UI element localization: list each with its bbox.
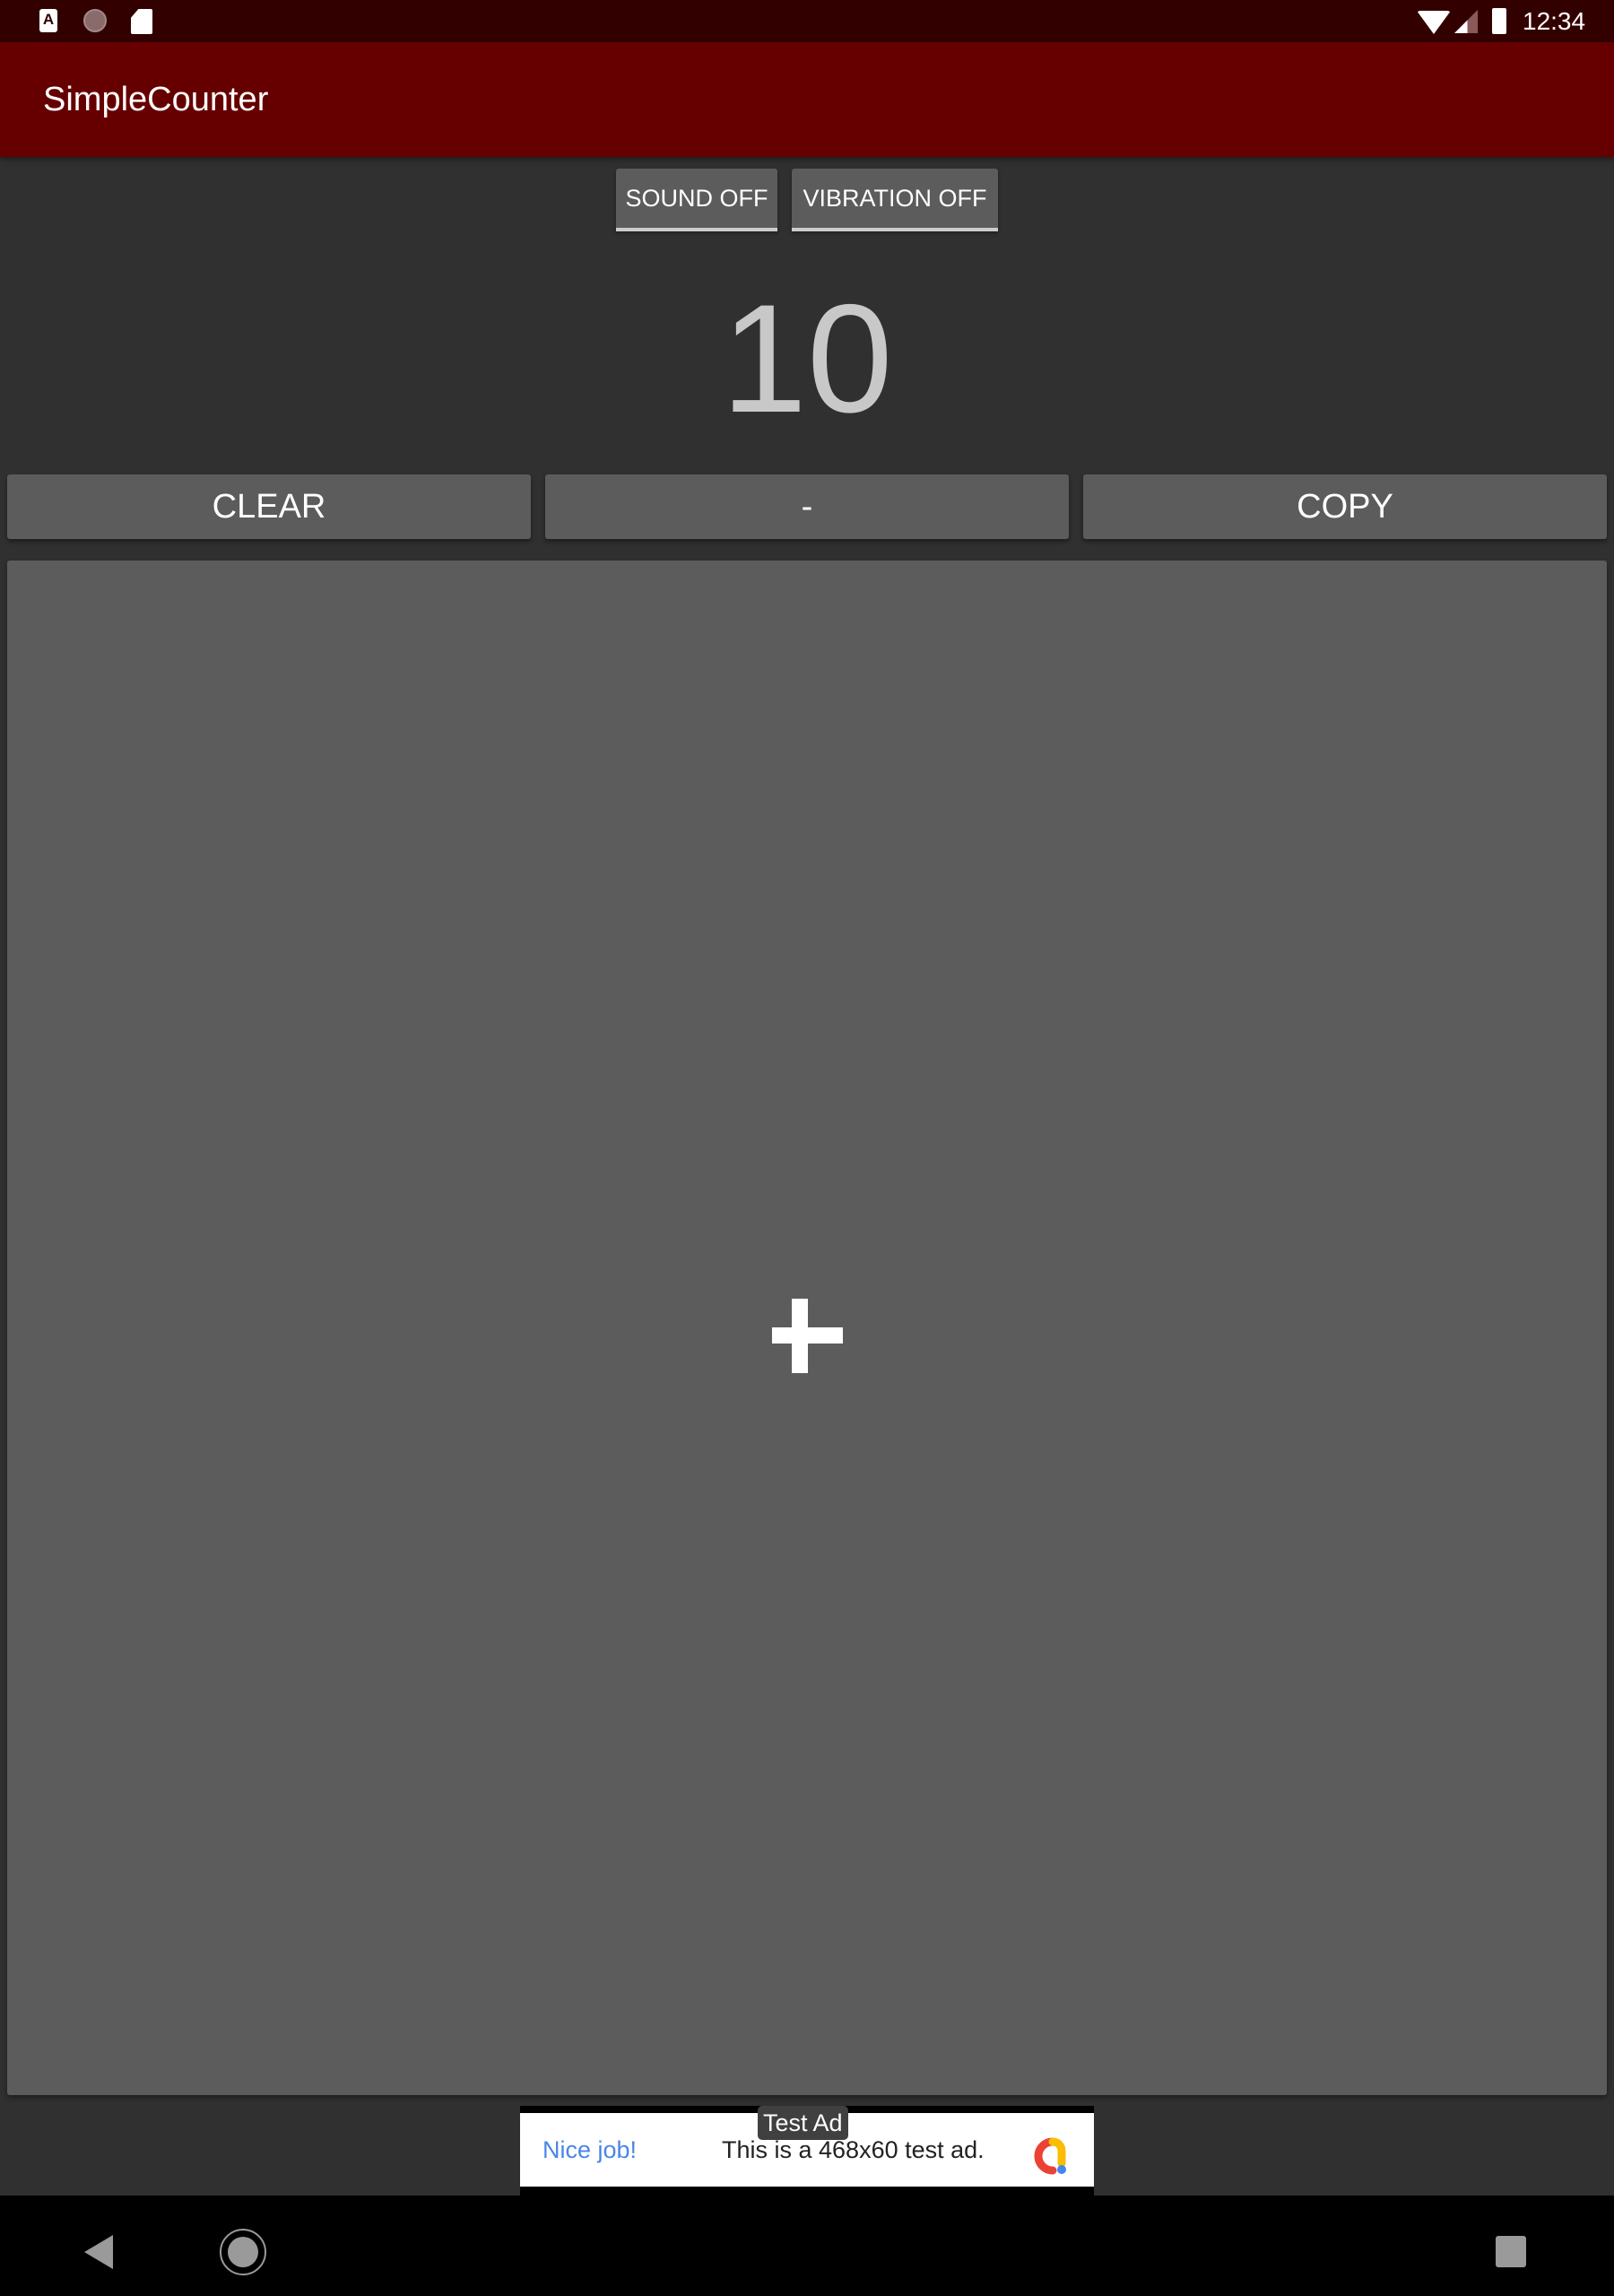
app-bar: SimpleCounter [0,42,1614,157]
battery-icon [1492,8,1506,34]
clear-button[interactable]: CLEAR [7,474,531,539]
admob-logo-icon [1034,2137,1066,2175]
test-ad-badge: Test Ad [758,2106,848,2140]
status-bar: A 12:34 [0,0,1614,42]
wifi-icon [1417,11,1451,34]
accessibility-a-icon: A [39,9,57,32]
sd-card-icon [131,9,152,34]
system-nav-bar [0,2196,1614,2296]
loading-circle-icon [83,9,107,32]
home-icon-inner [228,2237,258,2267]
vibration-toggle-button[interactable]: VIBRATION OFF [792,169,998,231]
cell-signal-icon [1454,10,1478,33]
app-title: SimpleCounter [43,81,269,118]
sound-toggle-button[interactable]: SOUND OFF [616,169,777,231]
ad-banner[interactable]: Nice job! This is a 468x60 test ad. Test… [520,2106,1094,2196]
plus-icon-horizontal-bar [772,1327,843,1344]
recents-icon[interactable] [1496,2236,1526,2267]
status-time: 12:34 [1523,7,1586,35]
back-icon[interactable] [84,2235,113,2269]
counter-value: 10 [721,273,893,445]
decrement-button[interactable]: - [545,474,1069,539]
ad-headline[interactable]: Nice job! [542,2135,637,2165]
copy-button[interactable]: COPY [1083,474,1607,539]
home-icon[interactable] [220,2229,266,2275]
